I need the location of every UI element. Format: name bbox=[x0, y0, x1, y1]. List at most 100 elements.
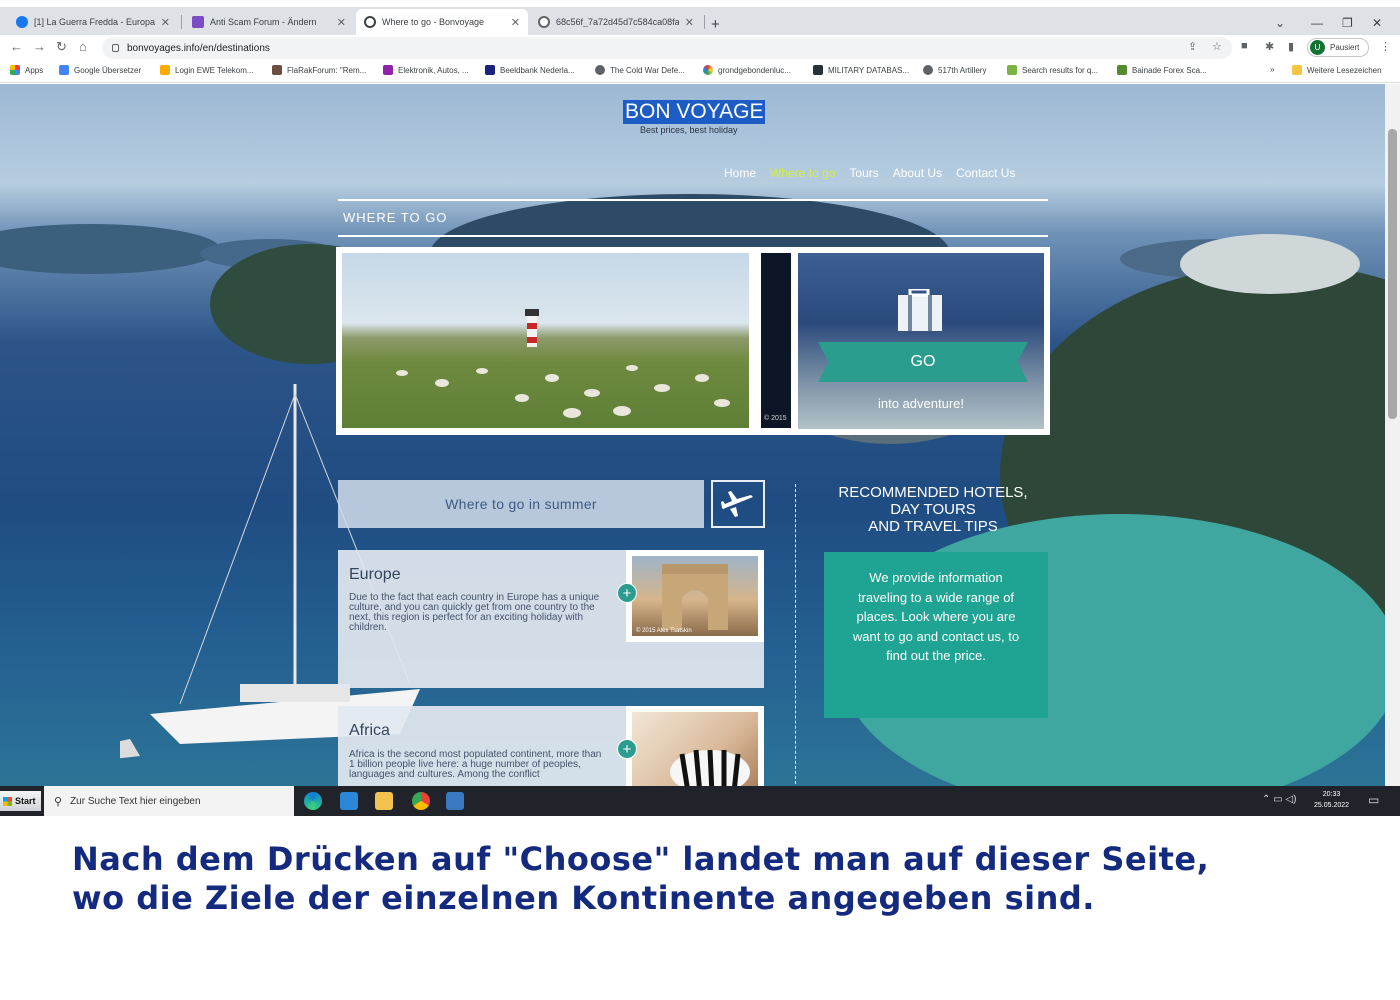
bookmark-label: Login EWE Telekom... bbox=[175, 65, 254, 75]
clock-time: 20:33 bbox=[1322, 791, 1341, 798]
nav-contact-us[interactable]: Contact Us bbox=[956, 166, 1015, 180]
tab-image[interactable]: 68c56f_7a72d45d7c584ca08fab5 ✕ bbox=[530, 9, 702, 35]
destination-card-africa[interactable]: Africa Africa is the second most populat… bbox=[338, 706, 764, 786]
bookmark-item[interactable]: Search results for q... bbox=[1007, 65, 1098, 75]
section-title: WHERE TO GO bbox=[343, 210, 448, 225]
destination-title: Africa bbox=[349, 722, 390, 739]
destination-card-europe[interactable]: Europe Due to the fact that each country… bbox=[338, 550, 764, 688]
slider-next-preview[interactable] bbox=[761, 253, 791, 428]
tab-search-icon[interactable]: ⌄ bbox=[1275, 16, 1285, 30]
where-to-go-summer-field[interactable]: Where to go in summer bbox=[338, 480, 704, 528]
close-tab-icon[interactable]: ✕ bbox=[511, 16, 520, 29]
windows-logo-icon bbox=[3, 796, 12, 806]
menu-kebab-icon[interactable]: ⋮ bbox=[1380, 40, 1391, 53]
chrome-icon[interactable] bbox=[412, 792, 430, 810]
nav-about-us[interactable]: About Us bbox=[893, 166, 942, 180]
tab-bonvoyage[interactable]: Where to go - Bonvoyage ✕ bbox=[356, 9, 528, 35]
tab-title: Anti Scam Forum - Ändern bbox=[210, 17, 317, 27]
bookmark-item[interactable]: 517th Artillery bbox=[923, 65, 986, 75]
minimize-icon[interactable]: — bbox=[1311, 16, 1323, 30]
expand-plus-button[interactable]: + bbox=[617, 739, 637, 759]
bookmark-item[interactable]: The Cold War Defe... bbox=[595, 65, 685, 75]
file-explorer-icon[interactable] bbox=[375, 792, 393, 810]
screenshot-frame: [1] La Guerra Fredda - Europa | F ✕ Anti… bbox=[0, 0, 1400, 1000]
bookmark-item[interactable]: grondgebondenluc... bbox=[703, 65, 791, 75]
mail-icon[interactable] bbox=[340, 792, 358, 810]
bookmark-label: FlaRakForum: "Rem... bbox=[287, 65, 367, 75]
nav-tours[interactable]: Tours bbox=[849, 166, 878, 180]
more-bookmarks-chevron-icon[interactable]: » bbox=[1270, 65, 1274, 74]
close-tab-icon[interactable]: ✕ bbox=[161, 16, 170, 29]
browser-toolbar: ← → ↻ ⌂ bonvoyages.info/en/destinations … bbox=[0, 35, 1400, 61]
bookmark-item[interactable]: Bainade Forex Sca... bbox=[1117, 65, 1207, 75]
lighthouse-sheep-photo[interactable] bbox=[342, 253, 749, 428]
search-flight-button[interactable] bbox=[711, 480, 765, 528]
expand-plus-button[interactable]: + bbox=[617, 583, 637, 603]
bookmark-item[interactable]: Beeldbank Nederla... bbox=[485, 65, 575, 75]
side-panel-icon[interactable]: ▮ bbox=[1288, 40, 1294, 53]
bookmark-item[interactable]: Google Übersetzer bbox=[59, 65, 141, 75]
site-tagline: Best prices, best holiday bbox=[640, 125, 738, 135]
url-text: bonvoyages.info/en/destinations bbox=[127, 42, 270, 54]
app-icon[interactable] bbox=[446, 792, 464, 810]
restore-icon[interactable]: ❐ bbox=[1342, 16, 1353, 30]
tab-facebook[interactable]: [1] La Guerra Fredda - Europa | F ✕ bbox=[8, 9, 178, 35]
caption-text: Nach dem Drücken auf "Choose" landet man… bbox=[72, 840, 1352, 918]
bookmark-item[interactable]: Elektronik, Autos, ... bbox=[383, 65, 469, 75]
puzzle-icon[interactable]: ✱ bbox=[1265, 40, 1274, 53]
main-navigation: Home Where to go Tours About Us Contact … bbox=[724, 166, 1029, 180]
caption-line: Nach dem Drücken auf "Choose" landet man… bbox=[72, 840, 1210, 878]
close-tab-icon[interactable]: ✕ bbox=[685, 16, 694, 29]
arch-icon bbox=[662, 564, 728, 630]
lock-icon bbox=[112, 44, 119, 52]
destination-photo[interactable]: © 2015 Alex Tsatskin bbox=[626, 550, 764, 642]
close-window-icon[interactable]: ✕ bbox=[1372, 16, 1382, 30]
new-tab-button[interactable]: + bbox=[711, 16, 720, 33]
browser-tab-strip: [1] La Guerra Fredda - Europa | F ✕ Anti… bbox=[0, 7, 1400, 35]
edge-icon[interactable] bbox=[304, 792, 322, 810]
taskbar-search-box[interactable]: ⚲ Zur Suche Text hier eingeben bbox=[44, 786, 294, 816]
destination-title: Europe bbox=[349, 566, 401, 583]
forward-arrow-icon[interactable]: → bbox=[33, 39, 46, 54]
share-icon[interactable]: ⇪ bbox=[1188, 40, 1197, 53]
bookmark-item[interactable]: MILITARY DATABAS... bbox=[813, 65, 909, 75]
bookmark-item[interactable]: FlaRakForum: "Rem... bbox=[272, 65, 366, 75]
start-label: Start bbox=[15, 796, 36, 806]
profile-button[interactable]: U Pausiert bbox=[1307, 38, 1369, 57]
system-tray-icons[interactable]: ⌃ ▭ ◁) bbox=[1262, 794, 1296, 805]
windows-taskbar: Start ⚲ Zur Suche Text hier eingeben ⌃ ▭… bbox=[0, 786, 1400, 816]
hero-copyright: © 2015 bbox=[764, 415, 787, 422]
bookmark-label: 517th Artillery bbox=[938, 65, 987, 75]
bookmark-item[interactable]: Login EWE Telekom... bbox=[160, 65, 254, 75]
other-bookmarks[interactable]: Weitere Lesezeichen bbox=[1292, 65, 1382, 75]
facebook-icon bbox=[16, 16, 28, 28]
address-bar[interactable]: bonvoyages.info/en/destinations bbox=[102, 37, 1232, 59]
site-logo[interactable]: BON VOYAGE bbox=[623, 100, 766, 124]
apps-grid-icon bbox=[10, 65, 20, 75]
taskbar-clock[interactable]: 20:33 25.05.2022 bbox=[1314, 789, 1349, 811]
home-icon[interactable]: ⌂ bbox=[79, 39, 87, 54]
start-button[interactable]: Start bbox=[0, 791, 41, 811]
nav-home[interactable]: Home bbox=[724, 166, 756, 180]
back-arrow-icon[interactable]: ← bbox=[10, 39, 23, 54]
notification-icon[interactable]: ▭ bbox=[1368, 793, 1379, 807]
page-scrollbar[interactable] bbox=[1385, 84, 1400, 786]
scrollbar-thumb[interactable] bbox=[1388, 129, 1397, 419]
column-divider bbox=[795, 484, 796, 784]
bookmark-star-icon[interactable]: ☆ bbox=[1212, 40, 1222, 53]
reload-icon[interactable]: ↻ bbox=[56, 39, 67, 55]
forum-icon bbox=[1117, 65, 1127, 75]
extension-icon[interactable]: ■ bbox=[1241, 40, 1248, 52]
suitcase-icon bbox=[898, 289, 942, 331]
close-tab-icon[interactable]: ✕ bbox=[337, 16, 346, 29]
destination-photo[interactable] bbox=[626, 706, 764, 786]
tab-anti-scam[interactable]: Anti Scam Forum - Ändern ✕ bbox=[184, 9, 354, 35]
web-page: BON VOYAGE Best prices, best holiday Hom… bbox=[0, 84, 1400, 786]
go-button[interactable]: GO bbox=[818, 342, 1028, 382]
database-icon bbox=[813, 65, 823, 75]
nav-where-to-go[interactable]: Where to go bbox=[770, 166, 835, 180]
background-island bbox=[0, 224, 220, 274]
white-rocks bbox=[1180, 234, 1360, 294]
forum-icon bbox=[192, 16, 204, 28]
bookmark-item[interactable]: Apps bbox=[10, 65, 43, 75]
